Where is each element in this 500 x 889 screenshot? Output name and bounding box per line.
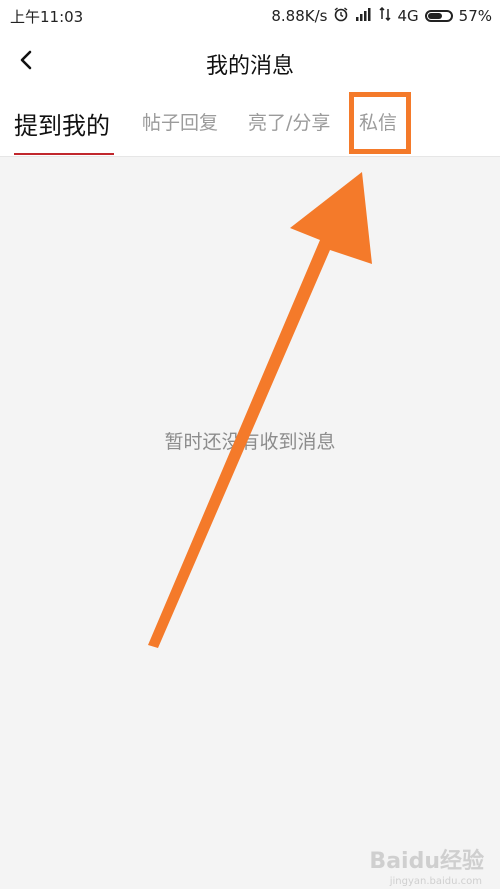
annotation-arrow-icon [148, 172, 372, 648]
watermark-logo: Baidu经验 [369, 849, 484, 874]
watermark-url: jingyan.baidu.com [389, 876, 482, 887]
